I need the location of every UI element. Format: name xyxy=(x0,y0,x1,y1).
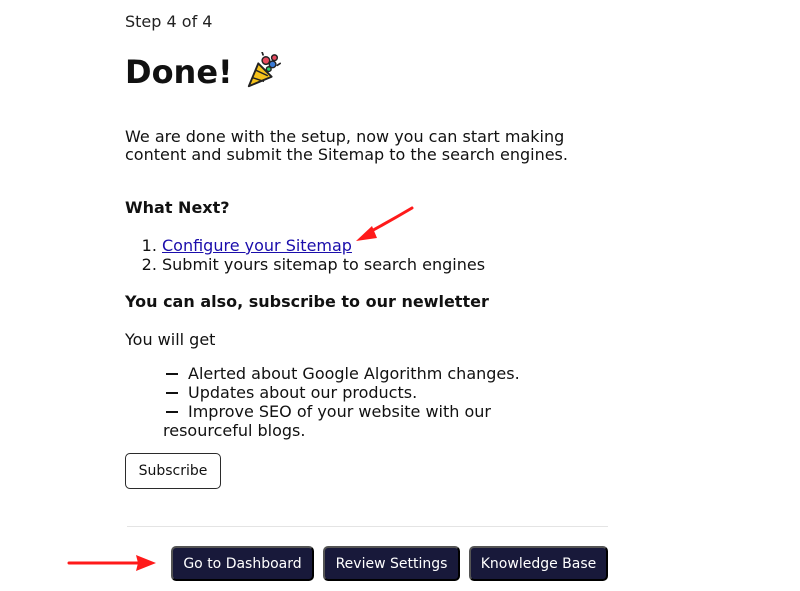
what-next-heading: What Next? xyxy=(125,198,230,217)
newsletter-lead: You will get xyxy=(125,330,216,349)
divider xyxy=(127,526,608,527)
list-item: Configure your Sitemap xyxy=(162,236,485,255)
benefit-text: Improve SEO of your website with our res… xyxy=(163,402,491,440)
benefit-text: Alerted about Google Algorithm changes. xyxy=(188,364,520,383)
list-item: Updates about our products. xyxy=(163,383,583,402)
dash-bullet-icon xyxy=(166,372,178,375)
title-row: Done! xyxy=(125,52,283,92)
benefits-list: Alerted about Google Algorithm changes. … xyxy=(163,364,583,440)
review-settings-button[interactable]: Review Settings xyxy=(323,546,460,581)
list-item: Alerted about Google Algorithm changes. xyxy=(163,364,583,383)
party-popper-icon xyxy=(247,52,281,88)
intro-text: We are done with the setup, now you can … xyxy=(125,127,568,164)
step-indicator: Step 4 of 4 xyxy=(125,12,213,31)
next-steps-list: Configure your Sitemap Submit yours site… xyxy=(125,236,485,274)
go-to-dashboard-button[interactable]: Go to Dashboard xyxy=(171,546,314,581)
subscribe-button[interactable]: Subscribe xyxy=(125,453,221,489)
list-item: Improve SEO of your website with our res… xyxy=(163,402,583,440)
list-item: Submit yours sitemap to search engines xyxy=(162,255,485,274)
newsletter-heading: You can also, subscribe to our newletter xyxy=(125,292,489,311)
dash-bullet-icon xyxy=(166,391,178,394)
configure-sitemap-link[interactable]: Configure your Sitemap xyxy=(162,236,352,255)
knowledge-base-button[interactable]: Knowledge Base xyxy=(469,546,608,581)
annotation-arrow-icon xyxy=(67,555,156,571)
dash-bullet-icon xyxy=(166,410,178,413)
page-title: Done! xyxy=(125,53,233,91)
benefit-text: Updates about our products. xyxy=(188,383,418,402)
